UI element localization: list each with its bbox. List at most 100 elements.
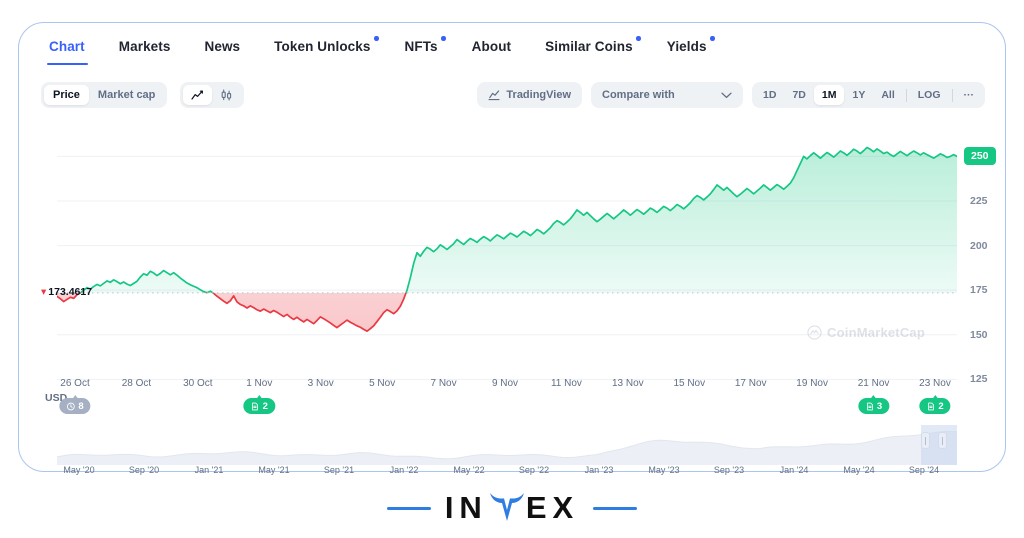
tab-label: Markets	[118, 39, 171, 54]
x-axis-tick-label: 3 Nov	[307, 378, 334, 389]
range-option-all[interactable]: All	[873, 85, 902, 105]
x-axis-tick-label: 7 Nov	[430, 378, 457, 389]
event-badge[interactable]: 2	[919, 395, 951, 414]
x-axis-tick-label: 11 Nov	[550, 378, 582, 389]
y-axis-tick-label: 200	[970, 239, 988, 252]
x-axis-tick-label: 19 Nov	[796, 378, 828, 389]
navigator-handle-left[interactable]	[921, 432, 930, 449]
invex-logo: IN EX	[0, 486, 1024, 530]
tab-label: Token Unlocks	[274, 39, 371, 54]
coin-chart-card: Chart Markets News Token Unlocks NFTs About Si…	[18, 22, 1006, 475]
navigator-tick-label: Sep '22	[518, 465, 550, 475]
price-chart-plot[interactable]	[57, 135, 957, 415]
chart-navigator[interactable]	[57, 425, 957, 465]
metric-option-market-cap[interactable]: Market cap	[89, 85, 164, 105]
compare-with-select[interactable]: Compare with	[591, 82, 744, 108]
navigator-tick-label: May '24	[843, 465, 875, 475]
navigator-tick-label: Sep '24	[908, 465, 940, 475]
navigator-tick-label: Sep '20	[128, 465, 160, 475]
tab-notification-dot	[710, 36, 715, 41]
tab-news[interactable]: News	[188, 39, 258, 65]
range-option-7d[interactable]: 7D	[784, 85, 813, 105]
x-axis-tick-label: 17 Nov	[734, 378, 767, 389]
badge-count: 2	[938, 400, 944, 412]
navigator-handle-right[interactable]	[938, 432, 947, 449]
current-price-badge: 250	[964, 147, 996, 166]
tab-nfts[interactable]: NFTs	[388, 36, 455, 65]
x-axis-tick-label: 15 Nov	[673, 378, 706, 389]
event-badge[interactable]: 2	[243, 395, 275, 414]
event-badge[interactable]: 3	[857, 395, 890, 414]
chart-type-toggle[interactable]	[179, 82, 244, 108]
x-axis-tick-label: 26 Oct	[60, 378, 90, 389]
clock-icon	[66, 402, 75, 410]
tab-label: Chart	[49, 39, 85, 54]
y-axis-tick-label: 150	[970, 328, 988, 341]
logo-dash-right	[593, 506, 638, 510]
tab-chart[interactable]: Chart	[45, 39, 102, 65]
navigator-area	[57, 431, 957, 465]
chevron-down-icon	[721, 92, 732, 98]
navigator-tick-label: Sep '21	[323, 465, 355, 475]
badge-count: 2	[262, 400, 268, 412]
document-icon	[928, 402, 934, 410]
x-axis-tick-label: 30 Oct	[183, 378, 213, 389]
tab-label: News	[204, 39, 241, 54]
logo-text-part2: EX	[525, 490, 580, 525]
time-range-toggle[interactable]: 1D 7D 1M 1Y All LOG ···	[752, 82, 985, 108]
badge-count: 3	[876, 400, 883, 412]
tab-about[interactable]: About	[455, 39, 528, 65]
log-scale-button[interactable]: LOG	[910, 85, 949, 105]
navigator-tick-label: May '23	[648, 465, 680, 475]
document-icon	[252, 402, 259, 410]
event-badge[interactable]: 8	[59, 395, 91, 414]
tab-label: About	[471, 39, 512, 54]
badge-pointer	[256, 395, 263, 399]
metric-toggle[interactable]: Price Market cap	[41, 82, 168, 108]
badge-pointer	[931, 395, 938, 399]
more-options-icon[interactable]: ···	[956, 85, 983, 105]
toolbar-divider	[951, 88, 953, 102]
range-option-1m[interactable]: 1M	[813, 85, 845, 105]
logo-wordmark: IN EX	[445, 490, 579, 526]
tab-markets[interactable]: Markets	[102, 39, 188, 65]
tab-similar-coins[interactable]: Similar Coins	[528, 36, 650, 65]
price-area-above-baseline	[80, 147, 957, 293]
tab-notification-dot	[441, 36, 446, 41]
y-axis: 250 225 200 175 150 125	[964, 135, 1024, 425]
event-badges: 8 2 3 2	[57, 395, 957, 422]
tab-notification-dot	[374, 36, 379, 41]
x-axis-tick-label: 23 Nov	[919, 378, 951, 389]
navigator-tick-label: May '21	[258, 465, 290, 475]
tab-label: Similar Coins	[545, 39, 633, 54]
metric-option-price[interactable]: Price	[44, 85, 89, 105]
navigator-x-axis: May '20 Sep '20 Jan '21 May '21 Sep '21 Jan '…	[57, 465, 957, 481]
tab-yields[interactable]: Yields	[650, 36, 724, 65]
tradingview-icon	[488, 89, 500, 100]
chart-toolbar: Price Market cap TradingView Compare wit…	[41, 82, 985, 112]
badge-count: 8	[78, 400, 84, 412]
x-axis-tick-label: 9 Nov	[491, 378, 519, 389]
toolbar-divider	[905, 88, 907, 102]
tab-token-unlocks[interactable]: Token Unlocks	[257, 36, 387, 65]
document-icon	[866, 402, 873, 410]
x-axis-tick-label: 13 Nov	[612, 378, 644, 389]
navigator-tick-label: Jan '24	[779, 465, 809, 475]
chart-container: ▾ 173.4617 250 225 200 175 150 125 USD 26 Oct 2…	[39, 120, 1003, 475]
badge-pointer	[71, 395, 78, 399]
tab-label: Yields	[666, 39, 707, 54]
tab-label: NFTs	[404, 39, 438, 54]
compare-with-label: Compare with	[602, 89, 675, 101]
line-chart-icon[interactable]	[182, 85, 212, 105]
logo-bull-horn-icon	[489, 491, 525, 525]
range-option-1y[interactable]: 1Y	[844, 85, 873, 105]
section-tabs: Chart Markets News Token Unlocks NFTs About Si…	[45, 36, 724, 65]
x-axis: 26 Oct 28 Oct 30 Oct 1 Nov 3 Nov 5 Nov 7 Nov 9 …	[57, 378, 957, 396]
tradingview-button[interactable]: TradingView	[477, 82, 583, 108]
navigator-tick-label: Jan '21	[194, 465, 224, 475]
range-option-1d[interactable]: 1D	[755, 85, 784, 105]
active-tab-underline	[47, 62, 88, 65]
y-axis-tick-label: 125	[970, 373, 988, 386]
candlestick-chart-icon[interactable]	[212, 85, 241, 105]
navigator-tick-label: Sep '23	[713, 465, 745, 475]
